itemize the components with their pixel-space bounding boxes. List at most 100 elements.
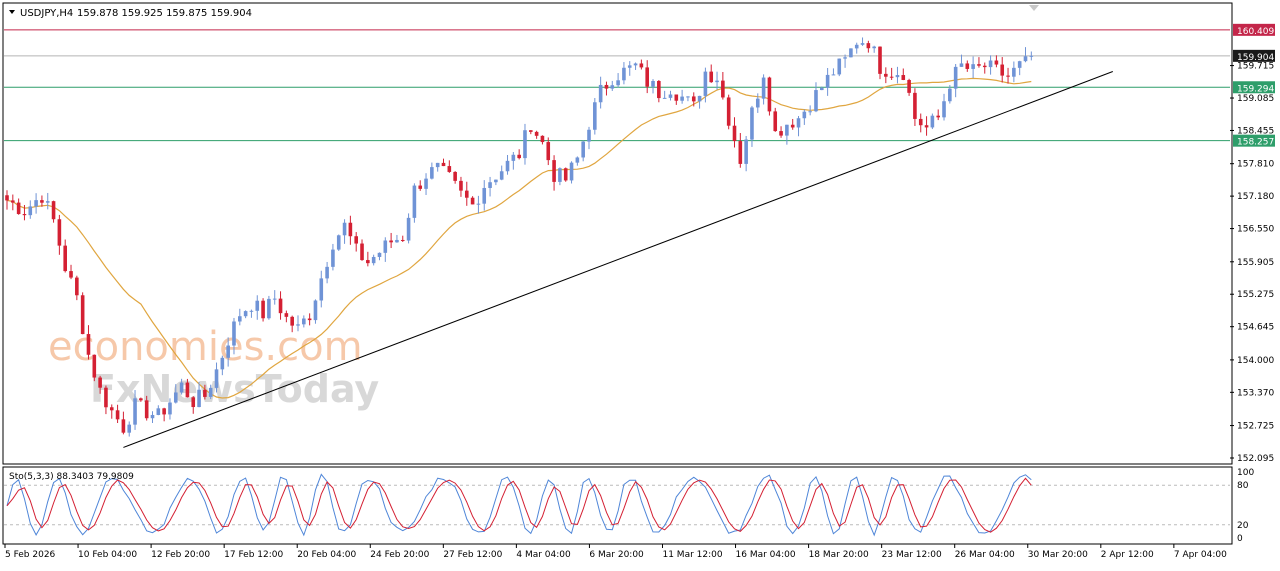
candle-body — [662, 97, 667, 99]
candle-body — [208, 387, 213, 397]
candle-body — [284, 313, 289, 317]
stochastic-tick-label: 20 — [1237, 521, 1249, 531]
time-tick-label: 2 Apr 12:00 — [1101, 550, 1154, 560]
candle-body — [627, 65, 632, 68]
candle-body — [424, 178, 428, 189]
time-tick-label: 10 Feb 04:00 — [78, 550, 137, 560]
candle-body — [814, 90, 818, 112]
candle-body — [825, 74, 830, 88]
candle-body — [546, 142, 551, 161]
candle-body — [92, 354, 97, 378]
candle-body — [435, 162, 440, 168]
candle-body — [40, 200, 44, 203]
symbol-label: USDJPY,H4 — [20, 8, 73, 19]
candle-body — [552, 160, 556, 182]
candle-body — [854, 44, 859, 49]
candle-body — [98, 377, 102, 388]
candle-body — [738, 141, 743, 164]
candle-body — [336, 235, 341, 250]
candle-body — [587, 129, 591, 142]
candle-body — [971, 64, 975, 69]
candle-body — [622, 67, 626, 81]
candle-body — [395, 239, 399, 243]
candle-body — [127, 424, 132, 433]
candle-body — [45, 201, 50, 203]
candle-body — [22, 214, 27, 216]
time-tick-label: 5 Feb 2026 — [5, 550, 56, 560]
candle-body — [540, 135, 545, 143]
candle-body — [866, 43, 871, 49]
candle-body — [482, 187, 487, 204]
candle-body — [28, 206, 33, 216]
candle-body — [668, 94, 673, 98]
candle-body — [994, 60, 999, 65]
chart-shift-marker-icon[interactable] — [1029, 5, 1039, 11]
candle-body — [383, 240, 388, 253]
candle-body — [226, 345, 230, 358]
candle-body — [168, 402, 172, 415]
collapse-arrow-icon[interactable] — [9, 10, 15, 14]
candle-body — [121, 419, 126, 433]
time-tick-label: 17 Feb 12:00 — [224, 550, 283, 560]
candle-body — [57, 219, 62, 246]
candle-body — [453, 171, 457, 181]
candle-body — [5, 195, 9, 201]
candle-body — [150, 414, 155, 419]
candle-body — [895, 75, 900, 78]
trendline[interactable] — [123, 71, 1113, 448]
candle-body — [744, 139, 748, 164]
time-tick-label: 7 Apr 04:00 — [1174, 550, 1227, 560]
candle-body — [703, 71, 708, 96]
price-tick-label: 154.000 — [1237, 356, 1274, 366]
candle-body — [674, 94, 679, 101]
time-tick-label: 23 Mar 12:00 — [882, 550, 942, 560]
candle-body — [11, 200, 15, 203]
time-tick-label: 12 Feb 20:00 — [151, 550, 210, 560]
price-tick-label: 155.275 — [1237, 290, 1274, 300]
candle-body — [220, 357, 225, 370]
candle-body — [563, 168, 568, 181]
time-tick-label: 20 Feb 04:00 — [297, 550, 356, 560]
candle-body — [511, 154, 516, 161]
candle-body — [517, 154, 521, 159]
candle-body — [1012, 67, 1016, 77]
candle-body — [412, 185, 417, 218]
candle-body — [185, 382, 190, 398]
candle-body — [831, 74, 836, 76]
candle-body — [331, 249, 335, 267]
candle-body — [581, 141, 585, 158]
candle-body — [459, 180, 463, 191]
candle-body — [139, 398, 143, 401]
candle-body — [715, 80, 719, 83]
candle-body — [476, 203, 481, 205]
candle-body — [837, 58, 842, 75]
candle-body — [691, 96, 696, 102]
candle-body — [302, 318, 306, 325]
candle-body — [400, 239, 405, 241]
candle-body — [889, 76, 894, 78]
candle-body — [360, 243, 364, 261]
candle-body — [820, 87, 824, 91]
candle-body — [191, 397, 196, 408]
candle-body — [16, 202, 21, 215]
candle-body — [808, 111, 812, 113]
candle-body — [1023, 56, 1028, 62]
candle-body — [523, 130, 527, 159]
candle-body — [494, 179, 498, 183]
candle-body — [115, 410, 120, 420]
candle-body — [63, 245, 67, 272]
time-tick-label: 11 Mar 12:00 — [662, 550, 722, 560]
candle-body — [616, 80, 620, 86]
candle-body — [505, 160, 510, 172]
candle-body — [243, 311, 248, 317]
candle-body — [319, 278, 324, 301]
chart-canvas[interactable]: economies.com FxNewsToday 160.409159.904… — [0, 0, 1280, 567]
candle-body — [156, 408, 161, 415]
candle-body — [389, 240, 393, 243]
price-tick-label: 153.370 — [1237, 388, 1274, 398]
candle-body — [761, 77, 766, 99]
candle-body — [860, 43, 865, 45]
stochastic-main-line — [6, 473, 1032, 537]
price-tick-label: 156.550 — [1237, 225, 1274, 235]
candle-body — [1017, 61, 1022, 68]
